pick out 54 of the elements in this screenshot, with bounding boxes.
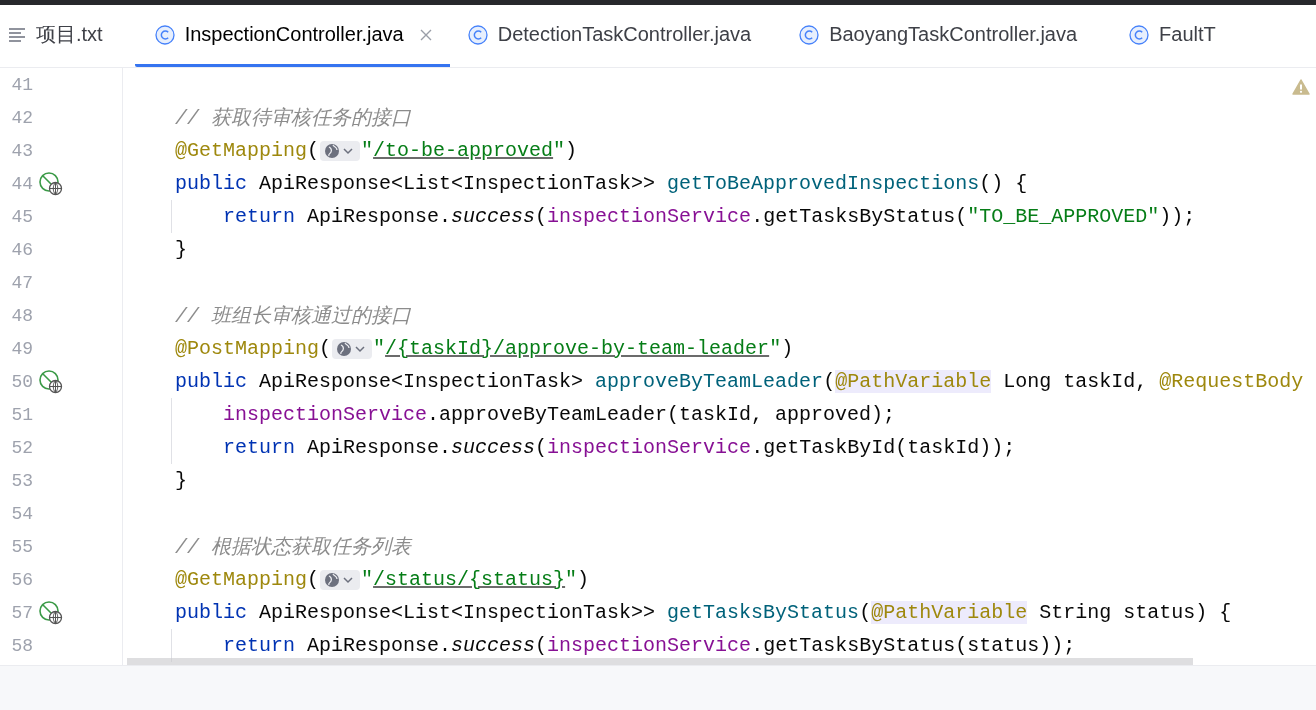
line-number: 51 xyxy=(10,404,33,425)
leaf-globe-icon[interactable] xyxy=(39,369,63,394)
code-text: } xyxy=(175,469,187,492)
line-number: 58 xyxy=(10,635,33,656)
scrollbar[interactable] xyxy=(127,658,1193,665)
line-number: 49 xyxy=(10,338,33,359)
line-number: 42 xyxy=(10,107,33,128)
code-text: "/to-be-approved") xyxy=(361,139,578,162)
code-text: @GetMapping( xyxy=(175,139,320,162)
class-icon xyxy=(467,24,488,45)
line-number: 48 xyxy=(10,305,33,326)
class-icon xyxy=(154,24,175,45)
code-text: return ApiResponse.success(inspectionService.getTaskById(taskId)); xyxy=(223,436,1016,459)
editor-tab[interactable]: DetectionTaskController.java xyxy=(449,5,792,67)
editor-tab[interactable]: 项目.txt xyxy=(0,5,135,67)
line-number: 44 xyxy=(10,173,33,194)
code-text: "/status/{status}") xyxy=(361,568,590,591)
code-text: public ApiResponse<List<InspectionTask>> getToBeApprovedInspections() { xyxy=(175,172,1028,195)
editor-tab[interactable]: InspectionController.java xyxy=(134,5,450,67)
line-number: 52 xyxy=(10,437,33,458)
code-text: return ApiResponse.success(inspectionService.getTasksByStatus(status)); xyxy=(223,634,1076,657)
globe-dropdown-icon[interactable] xyxy=(320,139,361,162)
line-number: 57 xyxy=(10,602,33,623)
editor-tab[interactable]: FaultT xyxy=(1121,5,1236,67)
globe-dropdown-icon[interactable] xyxy=(332,337,373,360)
globe-dropdown-icon[interactable] xyxy=(320,568,361,591)
code-text: // 获取待审核任务的接口 xyxy=(175,106,411,131)
code-text: @GetMapping( xyxy=(175,568,320,591)
line-number: 50 xyxy=(10,371,33,392)
code-text: } xyxy=(175,238,187,261)
code-text: // 班组长审核通过的接口 xyxy=(175,304,411,329)
code-text: public ApiResponse<InspectionTask> approveByTeamLeader(@PathVariable Long taskId, @RequestBody xyxy=(175,370,1304,393)
class-icon xyxy=(799,24,820,45)
code-text: public ApiResponse<List<InspectionTask>> getTasksByStatus(@PathVariable String status) { xyxy=(175,601,1232,624)
text-lines-icon xyxy=(8,27,26,42)
code-text: inspectionService.approveByTeamLeader(taskId, approved); xyxy=(223,403,896,426)
line-number: 46 xyxy=(10,239,33,260)
line-number: 41 xyxy=(10,74,33,95)
line-number: 56 xyxy=(10,569,33,590)
leaf-globe-icon[interactable] xyxy=(39,600,63,625)
code-text: @PostMapping( xyxy=(175,337,332,360)
leaf-globe-icon[interactable] xyxy=(39,171,63,196)
line-number: 47 xyxy=(10,272,33,293)
editor-tab[interactable]: BaoyangTaskController.java xyxy=(791,5,1122,67)
code-text: // 根据状态获取任务列表 xyxy=(175,535,411,560)
line-number: 43 xyxy=(10,140,33,161)
code-text: return ApiResponse.success(inspectionService.getTasksByStatus("TO_BE_APPROVED")); xyxy=(223,205,1196,228)
close-icon[interactable] xyxy=(419,28,432,41)
class-icon xyxy=(1129,24,1150,45)
line-number: 53 xyxy=(10,470,33,491)
line-number: 55 xyxy=(10,536,33,557)
code-text: "/{taskId}/approve-by-team-leader") xyxy=(373,337,794,360)
line-number: 45 xyxy=(10,206,33,227)
line-number: 54 xyxy=(10,503,33,524)
